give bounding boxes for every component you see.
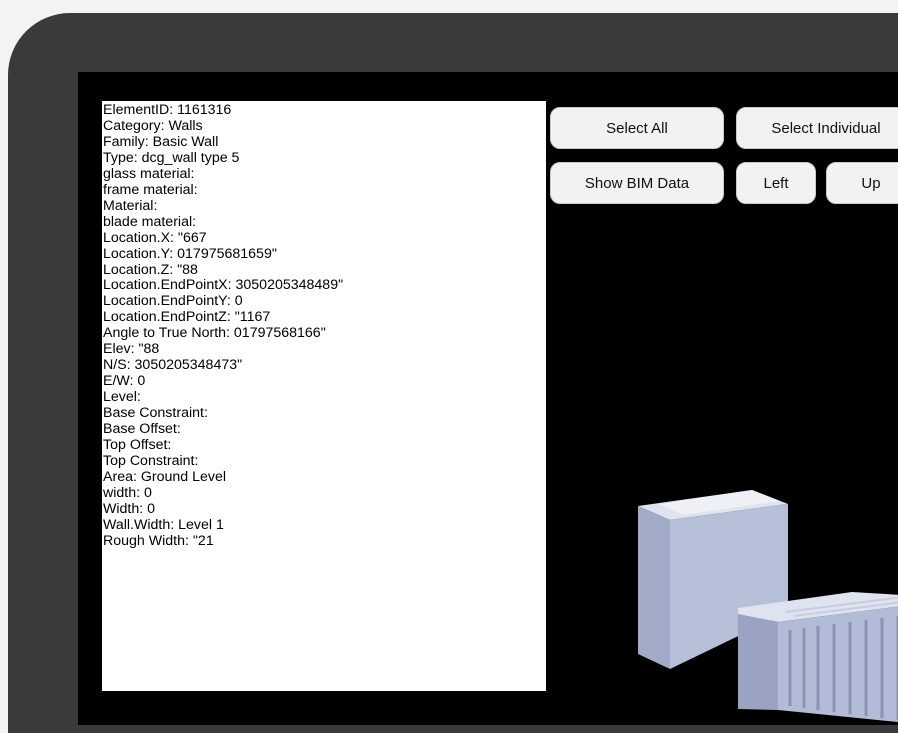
info-line: Base Offset:	[103, 421, 181, 438]
info-line: Location.EndPointX: 3050205348489"	[103, 277, 344, 294]
select-individual-button[interactable]: Select Individual	[736, 107, 898, 149]
info-line: ElementID: 1161316	[103, 102, 232, 118]
info-line: Wall.Width: Level 1	[103, 516, 224, 533]
model-wall-right-front	[778, 606, 898, 722]
info-line: Top Offset:	[103, 437, 172, 454]
show-bim-data-button[interactable]: Show BIM Data	[550, 162, 724, 204]
app-screen: ElementID: 1161316 Category: Walls Family:…	[78, 72, 898, 725]
info-line: Location.EndPointY: 0	[103, 293, 243, 310]
info-line: Category: Walls	[103, 117, 203, 134]
select-all-button[interactable]: Select All	[550, 107, 724, 149]
info-line: width: 0	[103, 484, 152, 501]
info-line: Location.Y: 017975681659"	[103, 245, 277, 262]
up-button[interactable]: Up	[826, 162, 898, 204]
model-wall-left	[638, 506, 670, 669]
info-line: Type: dcg_wall type 5	[103, 149, 240, 166]
info-line: blade material:	[103, 213, 197, 230]
info-line: Base Constraint:	[103, 405, 208, 422]
device-frame: ElementID: 1161316 Category: Walls Family:…	[8, 13, 898, 733]
info-line: Elev: "88	[103, 341, 160, 358]
info-line: Location.EndPointZ: "1167	[103, 309, 271, 326]
info-line: Area: Ground Level	[103, 468, 227, 485]
info-line: glass material:	[103, 165, 195, 182]
bim-info-panel: ElementID: 1161316 Category: Walls Family:…	[102, 101, 546, 691]
info-line: Level:	[103, 389, 141, 406]
info-line: Width: 0	[103, 500, 156, 517]
info-line: E/W: 0	[103, 373, 146, 390]
info-line: Top Constraint:	[103, 452, 199, 469]
info-line: Rough Width: "21	[103, 532, 214, 549]
3d-building-model-icon	[638, 490, 898, 722]
left-button[interactable]: Left	[736, 162, 816, 204]
info-line: Family: Basic Wall	[103, 133, 219, 150]
info-line: Location.Z: "88	[103, 261, 198, 278]
info-line: frame material:	[103, 181, 198, 198]
info-line: Material:	[103, 197, 158, 214]
info-line: Angle to True North: 01797568166"	[103, 325, 326, 342]
info-line: Location.X: "667	[103, 229, 207, 246]
info-line: N/S: 3050205348473"	[103, 357, 243, 374]
model-wall-right-side	[738, 614, 778, 710]
3d-viewport[interactable]	[618, 312, 898, 725]
